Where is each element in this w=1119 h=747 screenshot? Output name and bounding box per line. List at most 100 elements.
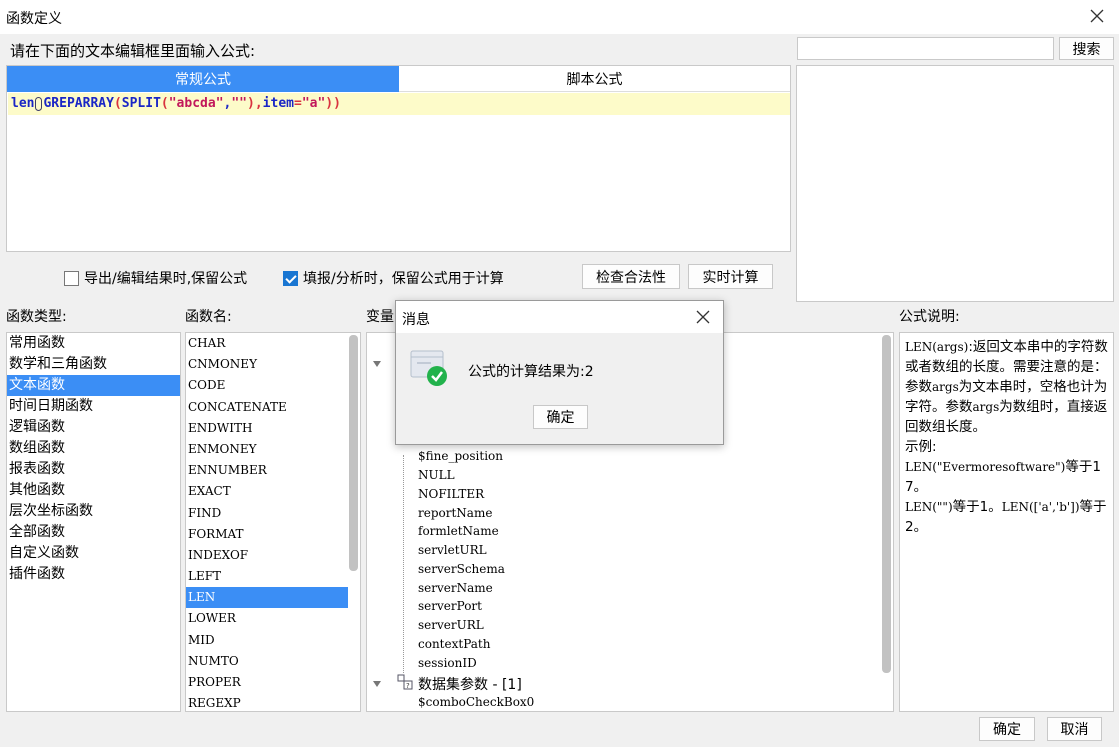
variables-label: 变量: [366, 309, 394, 325]
function-item[interactable]: PROPER: [186, 672, 348, 693]
function-item[interactable]: FIND: [186, 503, 348, 524]
variable-item[interactable]: sessionID: [418, 656, 477, 670]
fill-keep-checkbox[interactable]: [283, 270, 298, 286]
tab-normal-formula[interactable]: 常规公式: [7, 66, 399, 92]
collapse-arrow-icon[interactable]: [372, 359, 382, 369]
function-item[interactable]: CONCATENATE: [186, 397, 348, 418]
function-item[interactable]: MID: [186, 630, 348, 651]
dataset-params-group[interactable]: 数据集参数 - [1]: [418, 674, 522, 694]
formula-token: "": [231, 96, 248, 111]
export-keep-checkbox[interactable]: [64, 270, 79, 286]
realtime-calc-button[interactable]: 实时计算: [688, 264, 773, 289]
search-input[interactable]: [797, 37, 1054, 60]
function-item[interactable]: FORMAT: [186, 524, 348, 545]
function-item[interactable]: CODE: [186, 375, 348, 396]
formula-token: (: [113, 96, 122, 111]
variable-item[interactable]: servletURL: [418, 543, 487, 557]
fill-keep-label: 填报/分析时，保留公式用于计算: [303, 271, 504, 287]
desc-text: 等于1。: [952, 499, 1002, 515]
variable-item[interactable]: serverSchema: [418, 562, 505, 576]
cancel-button[interactable]: 取消: [1047, 717, 1102, 741]
desc-args: args: [932, 380, 959, 394]
category-item[interactable]: 插件函数: [7, 564, 180, 585]
formula-token: )): [325, 96, 341, 111]
variable-item[interactable]: $fine_position: [418, 449, 503, 463]
variable-item[interactable]: reportName: [418, 506, 492, 520]
category-item[interactable]: 全部函数: [7, 522, 180, 543]
dialog-ok-button[interactable]: 确定: [533, 405, 588, 429]
close-icon[interactable]: [1085, 4, 1109, 28]
category-item[interactable]: 报表函数: [7, 459, 180, 480]
variable-item[interactable]: serverPort: [418, 599, 482, 613]
function-item[interactable]: CHAR: [186, 333, 348, 354]
function-name-label: 函数名:: [185, 309, 232, 325]
dataset-params-icon: ?: [397, 674, 413, 690]
function-item[interactable]: INDEXOF: [186, 545, 348, 566]
variable-item[interactable]: serverURL: [418, 618, 484, 632]
category-item[interactable]: 层次坐标函数: [7, 501, 180, 522]
collapse-arrow-icon[interactable]: [372, 679, 382, 689]
formula-editor[interactable]: 常规公式 脚本公式 len GREPARRAY(SPLIT("abcda","")…: [6, 65, 791, 252]
category-item[interactable]: 自定义函数: [7, 543, 180, 564]
function-item[interactable]: ENNUMBER: [186, 460, 348, 481]
formula-token: "a": [301, 96, 326, 111]
function-item[interactable]: LOWER: [186, 608, 348, 629]
function-item[interactable]: REGEXP: [186, 693, 348, 711]
formula-prompt: 请在下面的文本编辑框里面输入公式:: [10, 42, 256, 60]
desc-args: args: [972, 400, 1000, 414]
category-item-selected[interactable]: 文本函数: [7, 375, 180, 396]
variable-item[interactable]: serverName: [418, 581, 493, 595]
formula-token: "abcda": [168, 96, 224, 111]
function-list[interactable]: CHAR CNMONEY CODE CONCATENATE ENDWITH EN…: [185, 332, 361, 712]
ok-button[interactable]: 确定: [979, 717, 1035, 741]
dataset-params-label: 数据集参数 - [1]: [418, 677, 522, 693]
variable-tree-scrollbar[interactable]: [882, 335, 891, 673]
formula-text-line[interactable]: len GREPARRAY(SPLIT("abcda",""),item="a")…: [8, 93, 790, 115]
export-keep-option[interactable]: 导出/编辑结果时,保留公式: [64, 268, 247, 288]
function-item[interactable]: CNMONEY: [186, 354, 348, 375]
category-item[interactable]: 数学和三角函数: [7, 354, 180, 375]
title-bar: 函数定义: [0, 0, 1119, 34]
variable-item[interactable]: contextPath: [418, 637, 490, 651]
function-item[interactable]: LEFT: [186, 566, 348, 587]
svg-text:?: ?: [406, 682, 410, 690]
category-item[interactable]: 常用函数: [7, 333, 180, 354]
variable-item[interactable]: $comboCheckBox0: [418, 695, 534, 709]
fill-keep-option[interactable]: 填报/分析时，保留公式用于计算: [283, 268, 504, 288]
desc-example-label: 示例:: [905, 439, 937, 455]
function-list-scrollbar[interactable]: [349, 335, 358, 571]
close-icon[interactable]: [693, 307, 713, 327]
desc-example-code: LEN(""): [905, 500, 953, 514]
description-label: 公式说明:: [899, 309, 960, 325]
desc-fn-args: (args): [932, 340, 969, 354]
search-results-panel[interactable]: [796, 65, 1114, 302]
dialog-message: 公式的计算结果为:2: [468, 364, 594, 380]
category-list[interactable]: 常用函数 数学和三角函数 文本函数 时间日期函数 逻辑函数 数组函数 报表函数 …: [6, 332, 181, 712]
category-label: 函数类型:: [6, 309, 67, 325]
function-item-selected[interactable]: LEN: [186, 587, 348, 609]
category-item[interactable]: 数组函数: [7, 438, 180, 459]
function-item[interactable]: ENDWITH: [186, 418, 348, 439]
formula-token: item: [262, 96, 294, 111]
formula-token: (: [160, 96, 169, 111]
desc-fn-name: LEN: [905, 340, 933, 354]
desc-example-code: LEN(['a','b']): [1001, 500, 1080, 514]
dialog-title-bar: 消息: [396, 301, 723, 333]
export-keep-label: 导出/编辑结果时,保留公式: [84, 271, 248, 287]
function-item[interactable]: ENMONEY: [186, 439, 348, 460]
variable-item[interactable]: formletName: [418, 524, 499, 538]
formula-token: ),: [247, 96, 263, 111]
category-item[interactable]: 其他函数: [7, 480, 180, 501]
formula-token: len: [11, 96, 35, 111]
function-item[interactable]: EXACT: [186, 481, 348, 502]
check-validity-button[interactable]: 检查合法性: [582, 264, 680, 289]
category-item[interactable]: 时间日期函数: [7, 396, 180, 417]
desc-example-code: LEN("Evermoresoftware"): [905, 460, 1066, 474]
function-item[interactable]: NUMTO: [186, 651, 348, 672]
variable-item[interactable]: NOFILTER: [418, 487, 484, 501]
tab-script-formula[interactable]: 脚本公式: [399, 66, 790, 92]
variable-item[interactable]: NULL: [418, 468, 455, 482]
search-button[interactable]: 搜索: [1059, 37, 1114, 60]
formula-token: =: [293, 96, 302, 111]
category-item[interactable]: 逻辑函数: [7, 417, 180, 438]
